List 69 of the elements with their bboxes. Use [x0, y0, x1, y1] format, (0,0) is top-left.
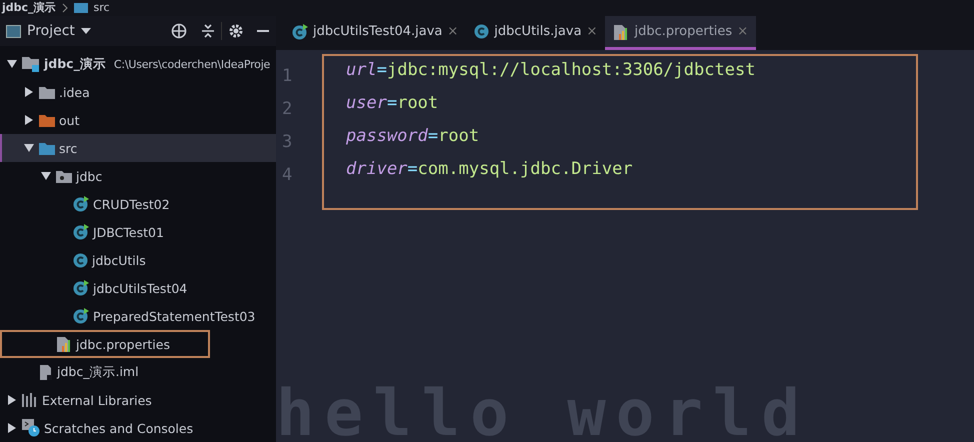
package-icon: [56, 170, 72, 182]
runnable-class-icon: [73, 196, 89, 212]
close-icon[interactable]: ×: [586, 24, 598, 39]
breadcrumb-item[interactable]: src: [94, 1, 110, 15]
runnable-class-icon: [73, 308, 89, 324]
property-value: root: [438, 126, 480, 148]
close-icon[interactable]: ×: [447, 24, 458, 39]
properties-icon: [56, 336, 72, 352]
panel-icon: [6, 24, 21, 38]
collapsed-arrow-icon[interactable]: [24, 87, 34, 97]
tree-item[interactable]: out: [0, 106, 276, 134]
property-key: driver: [346, 159, 408, 192]
runnable-class-icon: [292, 24, 308, 40]
property-value: com.mysql.jdbc.Driver: [418, 159, 633, 181]
property-value: root: [397, 93, 438, 115]
collapsed-arrow-icon[interactable]: [7, 395, 17, 405]
property-key: user: [346, 93, 387, 126]
tree-item[interactable]: jdbc: [0, 162, 276, 190]
tree-item[interactable]: CRUDTest02: [0, 190, 276, 218]
project-view-selector[interactable]: Project: [6, 23, 91, 39]
collapsed-arrow-icon[interactable]: [24, 115, 34, 125]
tree-item[interactable]: External Libraries: [0, 386, 276, 414]
tree-item[interactable]: jdbc_演示 C:\Users\coderchen\IdeaProje: [0, 50, 276, 78]
separator: =: [428, 126, 438, 148]
editor-tab[interactable]: jdbc.properties ×: [605, 16, 756, 50]
folder-icon: [39, 86, 55, 98]
editor-tab[interactable]: jdbcUtils.java ×: [466, 16, 606, 50]
folder-icon: [74, 3, 88, 13]
line-number: 2: [281, 98, 294, 121]
collapsed-arrow-icon[interactable]: [7, 423, 17, 433]
tree-item[interactable]: PreparedStatementTest03: [0, 302, 276, 330]
settings-icon[interactable]: [228, 23, 244, 39]
iml-icon: [39, 364, 53, 380]
chevron-icon: [62, 3, 68, 13]
locate-icon[interactable]: [171, 23, 187, 39]
property-key: password: [346, 126, 428, 159]
separator: =: [376, 60, 387, 82]
separator: =: [407, 159, 418, 181]
property-value: jdbc:mysql://localhost:3306/jdbctest: [386, 60, 756, 82]
line-number: 4: [281, 164, 294, 187]
dropdown-caret-icon: [80, 28, 91, 34]
tree-item[interactable]: jdbc.properties: [0, 330, 210, 358]
tree-item[interactable]: .idea: [0, 78, 276, 106]
expanded-arrow-icon[interactable]: [41, 171, 51, 181]
tree-item[interactable]: Scratches and Consoles: [0, 414, 276, 442]
runnable-class-icon: [73, 280, 89, 296]
tree-item[interactable]: jdbcUtilsTest04: [0, 274, 276, 302]
properties-icon: [613, 24, 630, 40]
editor-tab[interactable]: jdbcUtilsTest04.java ×: [284, 16, 466, 50]
expanded-arrow-icon[interactable]: [7, 59, 17, 69]
separator: =: [386, 93, 398, 115]
expanded-arrow-icon[interactable]: [24, 143, 34, 153]
line-number: 1: [281, 65, 294, 88]
breadcrumb-item[interactable]: jdbc_演示: [2, 1, 56, 15]
property-key: url: [346, 60, 377, 93]
tree-item[interactable]: jdbcUtils: [0, 246, 276, 274]
tree-item[interactable]: JDBCTest01: [0, 218, 276, 246]
collapse-all-icon[interactable]: [201, 23, 215, 39]
class-icon: [73, 252, 88, 268]
libraries-icon: [22, 393, 38, 407]
source-folder-icon: [39, 142, 55, 154]
line-number: 3: [281, 131, 294, 154]
scratches-icon: [22, 419, 40, 437]
excluded-folder-icon: [39, 114, 55, 126]
tree-item[interactable]: jdbc_演示.iml: [0, 358, 276, 386]
module-icon: [22, 56, 40, 72]
runnable-class-icon: [73, 224, 89, 240]
tree-item[interactable]: src: [0, 134, 276, 162]
class-icon: [474, 24, 490, 39]
